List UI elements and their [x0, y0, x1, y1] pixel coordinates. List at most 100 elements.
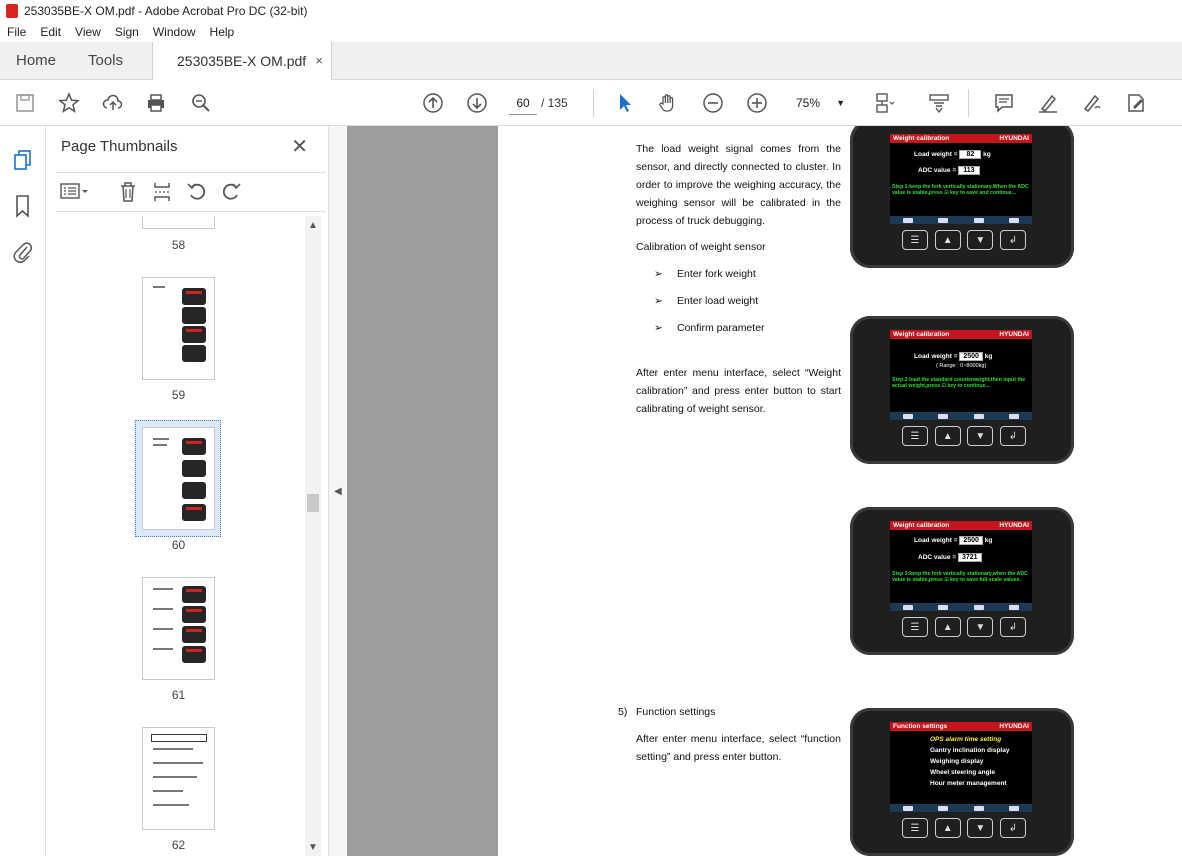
thumbnail-page[interactable]	[142, 727, 215, 830]
screen-brand: HYUNDAI	[999, 331, 1029, 338]
bullet-item: Enter load weight	[677, 295, 759, 307]
up-button-icon[interactable]: ▲	[934, 617, 961, 637]
menu-bar: File Edit View Sign Window Help	[0, 22, 1182, 42]
tab-close-icon[interactable]: ×	[315, 42, 323, 80]
thumbnail-page[interactable]	[142, 277, 215, 380]
screen-title-bar: Function settings HYUNDAI	[890, 722, 1032, 731]
save-icon[interactable]	[13, 91, 37, 115]
title-bar: 253035BE-X OM.pdf - Adobe Acrobat Pro DC…	[0, 0, 1182, 22]
cluster-screen: Weight calibration HYUNDAI Load weight =…	[890, 521, 1032, 611]
cluster-buttons: ☰ ▲ ▼ ↲	[902, 818, 1026, 840]
fit-page-icon[interactable]	[872, 91, 896, 115]
step-hint: Step 3:keep the fork vertically stationa…	[892, 571, 1028, 583]
scroll-mode-icon[interactable]	[927, 91, 951, 115]
menu-edit[interactable]: Edit	[33, 25, 68, 39]
close-icon[interactable]: ✕	[291, 134, 308, 159]
intro-paragraph: The load weight signal comes from the se…	[636, 143, 841, 227]
menu-help[interactable]: Help	[203, 25, 242, 39]
scroll-up-icon[interactable]: ▲	[308, 220, 318, 231]
load-weight-value: 82	[959, 150, 982, 159]
fill-sign-icon[interactable]	[1124, 91, 1148, 115]
zoom-out-icon[interactable]	[701, 91, 725, 115]
load-weight-label: Load weight =	[914, 537, 958, 544]
thumbnail-page[interactable]	[142, 577, 215, 680]
draw-icon[interactable]	[1080, 91, 1104, 115]
menu-button-icon[interactable]: ☰	[902, 818, 928, 838]
bookmark-icon[interactable]	[12, 194, 34, 218]
star-icon[interactable]	[57, 91, 81, 115]
menu-button-icon[interactable]: ☰	[902, 426, 928, 446]
load-weight-value: 2500	[959, 536, 983, 545]
screen-nav-bar	[890, 216, 1032, 224]
comment-icon[interactable]	[992, 91, 1016, 115]
acrobat-icon	[6, 4, 18, 18]
up-button-icon[interactable]: ▲	[934, 426, 961, 446]
thumbnail-page-selected[interactable]	[142, 427, 215, 530]
thumbnail-scrollbar[interactable]: ▲ ▼	[305, 216, 321, 856]
select-cursor-icon[interactable]	[613, 91, 637, 115]
load-weight-value: 2500	[959, 352, 983, 361]
rotate-left-icon[interactable]	[186, 181, 208, 208]
highlight-icon[interactable]	[1036, 91, 1060, 115]
enter-button-icon[interactable]: ↲	[999, 818, 1026, 838]
thumbnail-page[interactable]	[142, 216, 215, 229]
page-thumbnails-icon[interactable]	[12, 148, 34, 172]
menu-view[interactable]: View	[68, 25, 108, 39]
menu-window[interactable]: Window	[146, 25, 203, 39]
next-page-icon[interactable]	[465, 91, 489, 115]
screen-brand: HYUNDAI	[999, 723, 1029, 730]
adc-label: ADC value =	[918, 167, 957, 174]
window-title: 253035BE-X OM.pdf - Adobe Acrobat Pro DC…	[24, 4, 308, 18]
function-menu-item: Weighing display	[930, 758, 984, 765]
zoom-in-icon[interactable]	[745, 91, 769, 115]
chevron-down-icon: ▼	[836, 98, 845, 108]
down-button-icon[interactable]: ▼	[967, 426, 994, 446]
print-icon[interactable]	[144, 91, 168, 115]
weight-calibration-paragraph: After enter menu interface, select “Weig…	[636, 367, 841, 415]
zoom-select[interactable]: 75% ▼	[787, 91, 849, 115]
tab-tools[interactable]: Tools	[88, 42, 123, 80]
menu-file[interactable]: File	[0, 25, 33, 39]
enter-button-icon[interactable]: ↲	[999, 617, 1026, 637]
insert-page-icon[interactable]	[152, 181, 172, 208]
rotate-right-icon[interactable]	[220, 181, 242, 208]
scrollbar-thumb[interactable]	[307, 494, 319, 512]
find-icon[interactable]	[189, 91, 213, 115]
down-button-icon[interactable]: ▼	[967, 818, 994, 838]
range-hint: ( Range : 0~8000kg)	[936, 363, 987, 369]
screen-nav-bar	[890, 603, 1032, 611]
down-button-icon[interactable]: ▼	[967, 230, 994, 250]
up-button-icon[interactable]: ▲	[934, 230, 961, 250]
hand-tool-icon[interactable]	[656, 91, 680, 115]
screen-title: Function settings	[893, 723, 948, 730]
adc-value: 113	[957, 166, 980, 175]
attachment-icon[interactable]	[12, 240, 34, 264]
menu-sign[interactable]: Sign	[108, 25, 146, 39]
scroll-down-icon[interactable]: ▼	[308, 842, 318, 853]
menu-button-icon[interactable]: ☰	[902, 617, 928, 637]
left-rail	[0, 126, 46, 856]
options-menu-icon[interactable]	[60, 181, 90, 206]
tab-document[interactable]: 253035BE-X OM.pdf ×	[152, 42, 332, 81]
thumbnail-label: 59	[171, 388, 186, 402]
menu-button-icon[interactable]: ☰	[902, 230, 928, 250]
panel-splitter[interactable]: ◀	[328, 126, 347, 856]
page-number-input[interactable]: 60	[509, 91, 537, 115]
function-menu-item: Wheel steering angle	[930, 769, 996, 776]
function-menu-item-selected: OPS alarm time setting	[930, 736, 1002, 743]
up-button-icon[interactable]: ▲	[934, 818, 961, 838]
panel-toolbar	[56, 172, 326, 212]
toolbar-divider	[968, 89, 969, 117]
enter-button-icon[interactable]: ↲	[999, 426, 1026, 446]
collapse-panel-icon[interactable]: ◀	[334, 486, 342, 497]
screen-brand: HYUNDAI	[999, 135, 1029, 142]
thumbnail-label: 60	[171, 538, 186, 552]
document-viewport[interactable]: The load weight signal comes from the se…	[347, 126, 1182, 856]
enter-button-icon[interactable]: ↲	[999, 230, 1026, 250]
down-button-icon[interactable]: ▼	[967, 617, 994, 637]
adc-value: 3721	[957, 553, 982, 562]
cloud-upload-icon[interactable]	[101, 91, 125, 115]
tab-home[interactable]: Home	[16, 42, 56, 80]
previous-page-icon[interactable]	[421, 91, 445, 115]
delete-page-icon[interactable]	[118, 181, 138, 208]
